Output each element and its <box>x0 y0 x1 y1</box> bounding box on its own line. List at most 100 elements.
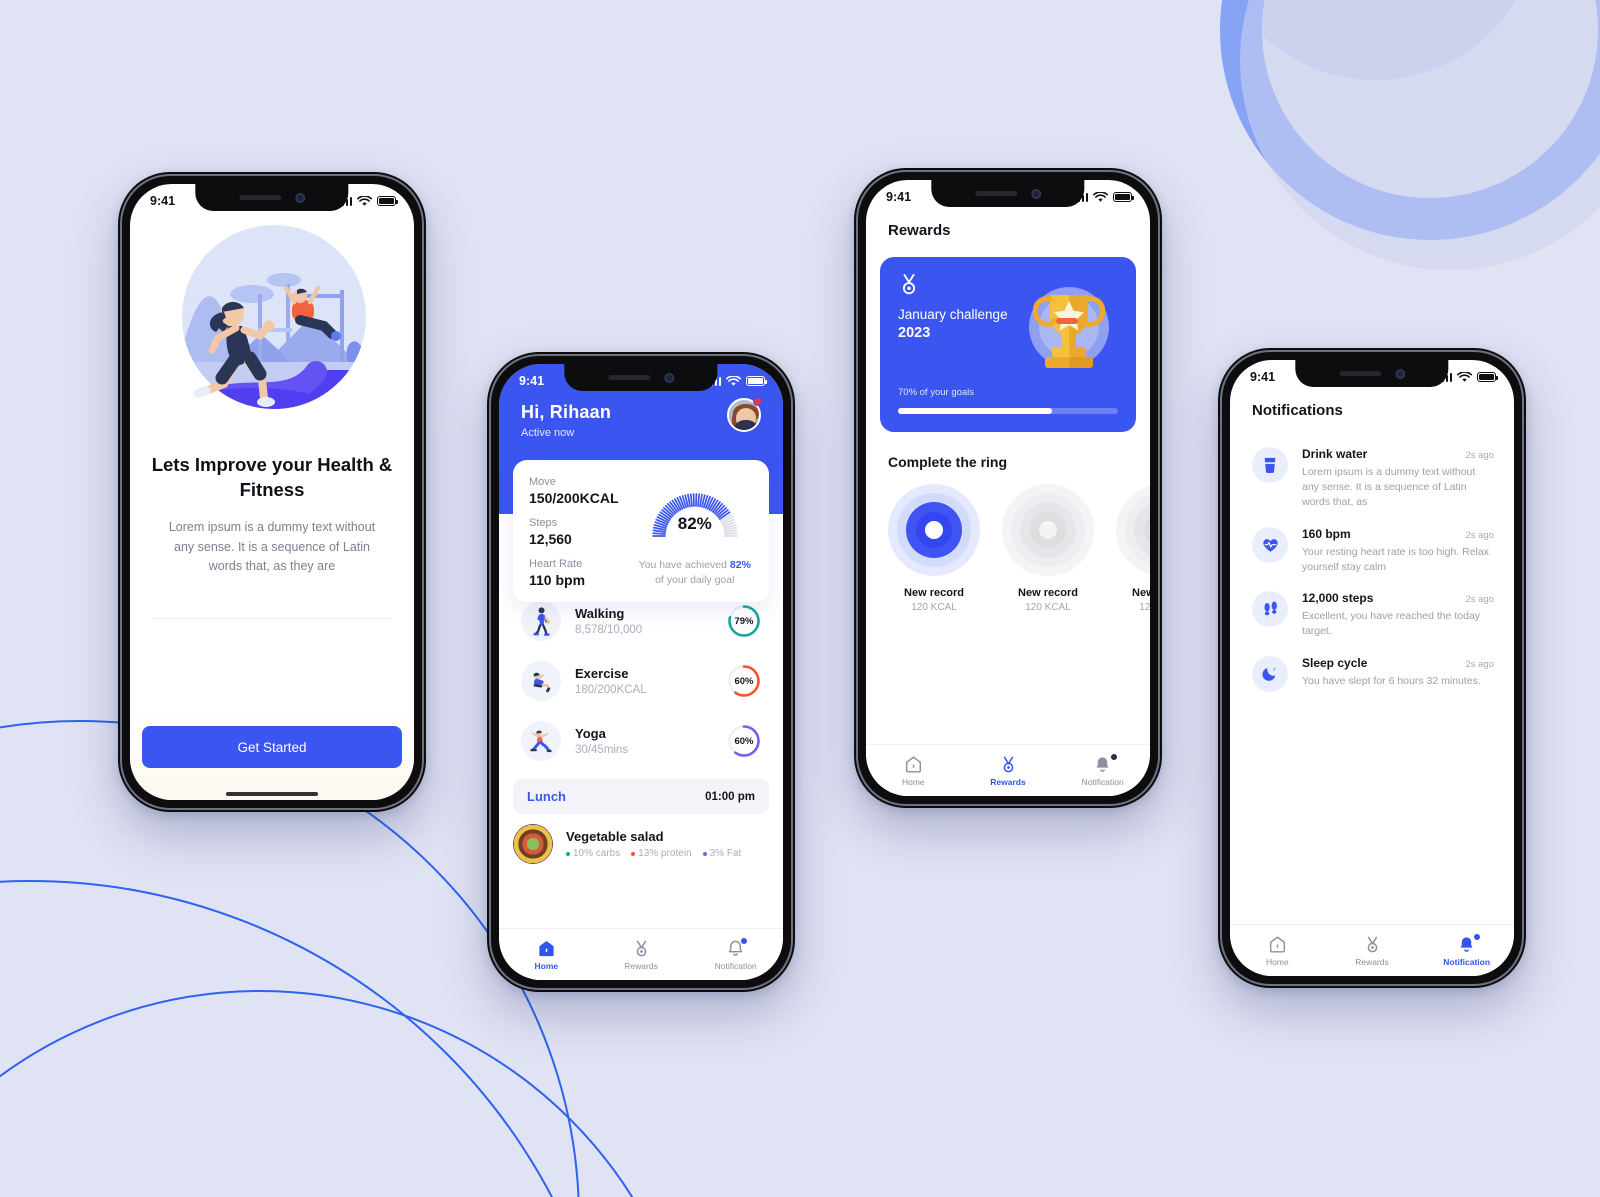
tab-home[interactable]: Home <box>866 755 961 787</box>
phone-rewards: 9:41 Rewards January challenge 2023 70% … <box>854 168 1162 808</box>
macro-carbs: 10% carbs <box>566 848 620 859</box>
goal-progress-ring: 60% <box>727 724 761 758</box>
bell-icon <box>1096 756 1109 772</box>
status-time: 9:41 <box>150 194 176 208</box>
stat-move: Move 150/200KCAL <box>529 476 637 506</box>
home-icon <box>539 940 554 956</box>
rewards-screen: 9:41 Rewards January challenge 2023 70% … <box>866 180 1150 796</box>
notification-item-heart-rate[interactable]: 160 bpm 2s ago Your resting heart rate i… <box>1230 511 1514 575</box>
tab-home[interactable]: Home <box>1230 935 1325 967</box>
notification-item-steps[interactable]: 12,000 steps 2s ago Excellent, you have … <box>1230 575 1514 639</box>
tab-rewards[interactable]: Rewards <box>961 755 1056 787</box>
ring-card-1[interactable]: New record 120 KCAL <box>888 484 980 613</box>
meal-name: Vegetable salad <box>566 829 664 844</box>
ring-title: New record <box>1018 587 1078 599</box>
battery-icon <box>746 376 767 386</box>
get-started-button[interactable]: Get Started <box>142 726 402 768</box>
stats-list: Move 150/200KCAL Steps 12,560 Heart Rate… <box>529 476 637 588</box>
notification-body: Sleep cycle 2s ago You have slept for 6 … <box>1302 656 1494 692</box>
notification-body: Drink water 2s ago Lorem ipsum is a dumm… <box>1302 447 1494 511</box>
front-camera-icon <box>294 192 305 203</box>
notification-description: Excellent, you have reached the today ta… <box>1302 610 1481 638</box>
notch <box>195 184 349 211</box>
notification-list: Drink water 2s ago Lorem ipsum is a dumm… <box>1230 431 1514 692</box>
tab-rewards[interactable]: Rewards <box>1325 935 1420 967</box>
notification-body: 12,000 steps 2s ago Excellent, you have … <box>1302 591 1494 639</box>
wifi-icon <box>1093 191 1108 202</box>
daily-stats-card: Move 150/200KCAL Steps 12,560 Heart Rate… <box>513 460 769 603</box>
tab-label: Rewards <box>990 776 1026 787</box>
divider <box>152 618 392 620</box>
notification-description: Lorem ipsum is a dummy text without any … <box>1302 466 1476 509</box>
stat-heart-rate: Heart Rate 110 bpm <box>529 558 637 588</box>
macro-label: 3% Fat <box>709 848 742 859</box>
onboarding-screen: 9:41 Lets Improve your Health & Fitness … <box>130 184 414 800</box>
front-camera-icon <box>663 372 674 383</box>
notch <box>1295 360 1449 387</box>
goal-percent-label: 79% <box>734 615 754 627</box>
gauge-dial: 82% <box>643 476 747 554</box>
tab-badge-dot <box>741 937 748 944</box>
macro-label: 10% carbs <box>573 848 621 859</box>
goal-name: Yoga <box>575 726 606 741</box>
notification-item-sleep[interactable]: z Sleep cycle 2s ago You have slept for … <box>1230 640 1514 692</box>
tab-label: Home <box>1265 956 1289 967</box>
caption-percent: 82% <box>729 559 751 571</box>
battery-icon <box>377 196 398 206</box>
notification-time: 2s ago <box>1465 450 1494 461</box>
stat-label: Steps <box>529 517 558 529</box>
bottom-tab-bar: Home Rewards Notification <box>499 928 783 980</box>
medal-icon <box>636 940 646 956</box>
tab-label: Notification <box>714 960 757 971</box>
tab-label: Rewards <box>1355 956 1389 967</box>
tab-notification[interactable]: Notification <box>688 937 783 971</box>
tab-notification[interactable]: Notification <box>1419 933 1514 967</box>
meal-item[interactable]: Vegetable salad 10% carbs 13% protein 3%… <box>499 814 783 864</box>
earpiece-speaker <box>607 375 650 380</box>
earpiece-speaker <box>974 191 1017 196</box>
page-title: Notifications <box>1252 402 1343 419</box>
notification-title: 12,000 steps <box>1302 591 1374 606</box>
tab-badge-dot <box>1111 753 1118 760</box>
gauge-percent: 82% <box>677 514 712 533</box>
goal-value: 8,578/10,000 <box>575 624 643 636</box>
stat-value: 12,560 <box>529 531 572 547</box>
page-title: Rewards <box>888 222 951 239</box>
ring-card-2[interactable]: New record 120 KCAL <box>1002 484 1094 613</box>
page-title: Lets Improve your Health & Fitness <box>151 454 393 500</box>
ring-title: New record <box>1132 587 1150 599</box>
goal-row-yoga[interactable]: Yoga 30/45mins 60% <box>499 711 783 771</box>
challenge-card[interactable]: January challenge 2023 70% of your goals <box>880 257 1136 432</box>
tab-label: Notification <box>1443 956 1491 967</box>
home-indicator[interactable] <box>226 792 318 796</box>
notification-title: Sleep cycle <box>1302 655 1368 670</box>
salad-bowl-image <box>513 824 553 864</box>
tab-label: Notification <box>1081 776 1124 787</box>
heart-rate-icon <box>1252 526 1288 563</box>
challenge-goal-text: 70% of your goals <box>898 387 975 398</box>
wifi-icon <box>726 375 741 386</box>
notification-item-drink-water[interactable]: Drink water 2s ago Lorem ipsum is a dumm… <box>1230 431 1514 511</box>
meal-text: Vegetable salad 10% carbs 13% protein 3%… <box>566 829 741 859</box>
goal-row-exercise[interactable]: Exercise 180/200KCAL 60% <box>499 651 783 711</box>
phone-onboarding: 9:41 Lets Improve your Health & Fitness … <box>118 172 426 812</box>
bg-soft-circle-1 <box>1240 0 1600 270</box>
trophy-illustration <box>1014 275 1124 385</box>
goal-progress-ring: 60% <box>727 664 761 698</box>
meal-section-header[interactable]: Lunch 01:00 pm <box>513 779 769 814</box>
medal-icon <box>1367 936 1377 952</box>
ring-card-3[interactable]: New record 120 KCAL <box>1116 484 1150 613</box>
tab-home[interactable]: Home <box>499 939 594 971</box>
goal-name: Exercise <box>575 666 629 681</box>
svg-text:z: z <box>1273 667 1276 672</box>
home-icon <box>1269 936 1285 952</box>
notch <box>931 180 1085 207</box>
meal-section-label: Lunch <box>527 789 566 804</box>
stat-label: Heart Rate <box>529 558 583 570</box>
front-camera-icon <box>1030 188 1041 199</box>
tab-rewards[interactable]: Rewards <box>594 939 689 971</box>
bg-arc-3 <box>0 990 700 1197</box>
goal-value: 180/200KCAL <box>575 684 647 696</box>
tab-notification[interactable]: Notification <box>1055 753 1150 787</box>
walking-person-icon <box>521 601 561 641</box>
